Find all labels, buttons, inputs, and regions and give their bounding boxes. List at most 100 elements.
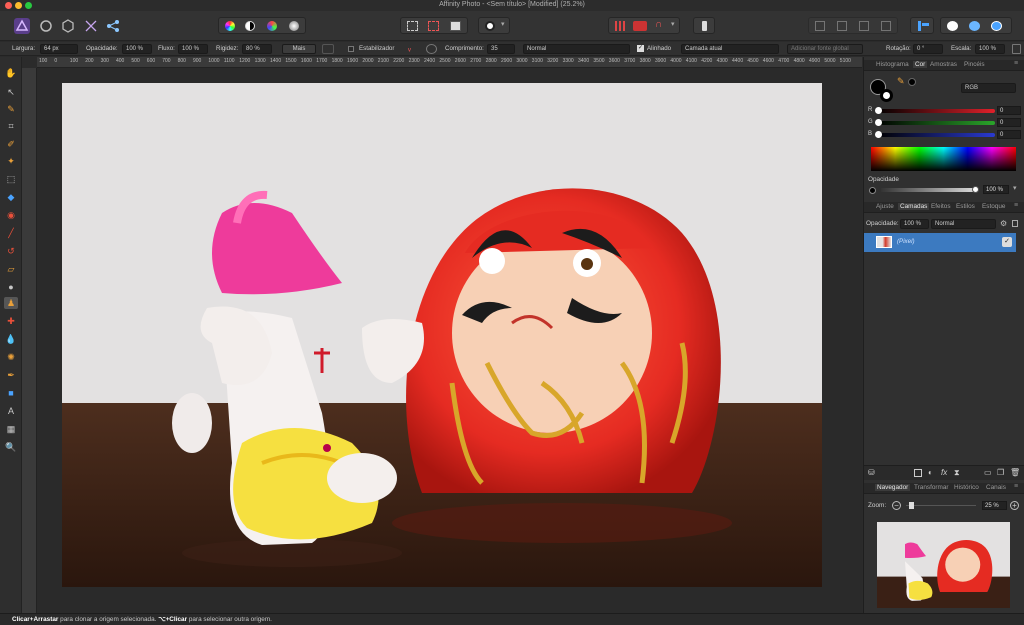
crop-tool-icon[interactable]: ⌗ [4,120,18,132]
photo-persona-icon[interactable] [14,18,30,34]
snapping-icon[interactable] [633,21,647,31]
lock-icon[interactable] [1012,220,1018,227]
layer-opacity-field[interactable]: 100 % [900,219,929,229]
secondary-color-swatch[interactable] [880,89,893,102]
auto-white-balance-icon[interactable] [289,21,299,31]
navigator-preview[interactable] [877,522,1010,608]
channel-b-value[interactable]: 0 [997,130,1021,139]
color-spectrum[interactable] [871,147,1016,171]
channel-r-handle[interactable] [875,107,882,114]
tab-history[interactable]: Histórico [954,484,979,491]
magnet-icon[interactable]: ∩ [655,19,662,30]
move-forward-icon[interactable] [859,21,869,31]
move-back-icon[interactable] [815,21,825,31]
add-global-source-button[interactable]: Adicionar fonte global [787,44,863,54]
zoom-tool-icon[interactable]: 🔍 [4,441,18,453]
tab-color[interactable]: Cor [913,61,928,68]
rope-mode-icon[interactable]: ᵥ [408,43,411,53]
blur-brush-tool-icon[interactable]: 💧 [4,333,18,345]
width-field[interactable]: 64 px [40,44,78,54]
tab-brushes[interactable]: Pincéis [964,61,985,68]
erase-brush-tool-icon[interactable]: ▱ [4,263,18,275]
adjustment-icon[interactable]: ◐ [928,468,933,477]
panel-menu-icon[interactable]: ≡ [1014,483,1018,490]
zoom-value[interactable]: 25 % [982,501,1007,510]
channel-b-slider[interactable] [877,133,995,137]
healing-brush-tool-icon[interactable]: ✚ [4,315,18,327]
mesh-warp-tool-icon[interactable]: ▦ [4,423,18,435]
zoom-in-button[interactable]: + [1010,501,1019,510]
color-opacity-value[interactable]: 100 % [983,185,1009,194]
panel-menu-icon[interactable]: ≡ [1014,60,1018,67]
gradient-tool-icon[interactable]: ◉ [4,209,18,221]
add-icon[interactable] [947,21,958,31]
clone-brush-tool-icon[interactable]: ♟ [4,297,18,309]
paint-brush-tool-icon[interactable]: ╱ [4,227,18,239]
zoom-out-button[interactable]: − [892,501,901,510]
layers-stack-icon[interactable]: ⛁ [868,468,875,477]
tab-channels[interactable]: Canais [986,484,1006,491]
length-field[interactable]: 35 [487,44,515,54]
quick-mask-button[interactable]: ▾ [478,17,510,34]
flood-fill-tool-icon[interactable]: ◆ [4,191,18,203]
hardness-field[interactable]: 80 % [242,44,272,54]
color-opacity-handle[interactable] [972,186,979,193]
invert-selection-icon[interactable] [450,21,461,31]
add-layer-icon[interactable]: ❐ [997,468,1004,477]
layer-row[interactable]: (Pixel) ✓ [864,233,1016,252]
intersect-icon[interactable] [991,21,1002,31]
view-tool-icon[interactable]: ✋ [4,67,18,79]
blend-mode-select[interactable]: Normal [523,44,630,54]
rotation-field[interactable]: 0 ° [913,44,943,54]
folder-icon[interactable]: ▭ [984,468,992,477]
gear-icon[interactable]: ⚙ [1000,219,1007,228]
move-front-icon[interactable] [881,21,891,31]
tab-layers[interactable]: Camadas [898,203,930,210]
export-persona-icon[interactable] [105,18,121,34]
assistant-button[interactable] [693,17,715,34]
marquee-tool-icon[interactable]: ⬚ [4,173,18,185]
auto-levels-icon[interactable] [225,21,235,31]
fx-icon[interactable]: fx [941,468,947,477]
pressure-icon[interactable] [322,44,334,54]
channel-g-handle[interactable] [875,119,882,126]
channel-g-slider[interactable] [877,121,995,125]
color-model-select[interactable]: RGB [961,83,1016,93]
paint-mixer-tool-icon[interactable]: ↺ [4,245,18,257]
move-tool-icon[interactable]: ↖ [4,86,18,98]
auto-contrast-icon[interactable] [245,21,255,31]
develop-persona-icon[interactable] [60,18,76,34]
dodge-tool-icon[interactable]: ● [4,281,18,293]
channel-g-value[interactable]: 0 [997,118,1021,127]
zoom-slider-handle[interactable] [909,502,914,509]
color-picker-icon[interactable]: ✎ [897,76,905,87]
tab-effects[interactable]: Efeitos [931,203,951,210]
pen-tool-icon[interactable]: ✒ [4,369,18,381]
source-layer-select[interactable]: Camada atual [681,44,779,54]
liquify-tool-icon[interactable]: ✺ [4,351,18,363]
channel-b-handle[interactable] [875,131,882,138]
liquify-persona-icon[interactable] [38,18,54,34]
select-all-icon[interactable] [407,21,418,31]
selection-brush-tool-icon[interactable]: ✐ [4,138,18,150]
rectangle-tool-icon[interactable]: ■ [4,387,18,399]
subtract-icon[interactable] [969,21,980,31]
deselect-icon[interactable] [428,21,439,31]
scale-field[interactable]: 100 % [975,44,1005,54]
tab-stock[interactable]: Estoque [982,203,1005,210]
zoom-slider[interactable] [906,505,976,506]
tab-transform[interactable]: Transformar [914,484,949,491]
window-mode-icon[interactable] [426,44,437,54]
scale-link-icon[interactable] [1012,44,1021,54]
more-button[interactable]: Mais [282,44,316,54]
color-picker-tool-icon[interactable]: ✎ [4,103,18,115]
tab-swatches[interactable]: Amostras [930,61,957,68]
trash-icon[interactable]: 🗑 [1010,468,1020,477]
tone-mapping-persona-icon[interactable] [83,18,99,34]
chevron-down-icon[interactable]: ▾ [1013,184,1017,192]
grid-icon[interactable] [615,21,625,31]
layer-visibility-checkbox[interactable]: ✓ [1002,237,1012,247]
channel-r-slider[interactable] [877,109,995,113]
move-backward-icon[interactable] [837,21,847,31]
flow-field[interactable]: 100 % [178,44,208,54]
